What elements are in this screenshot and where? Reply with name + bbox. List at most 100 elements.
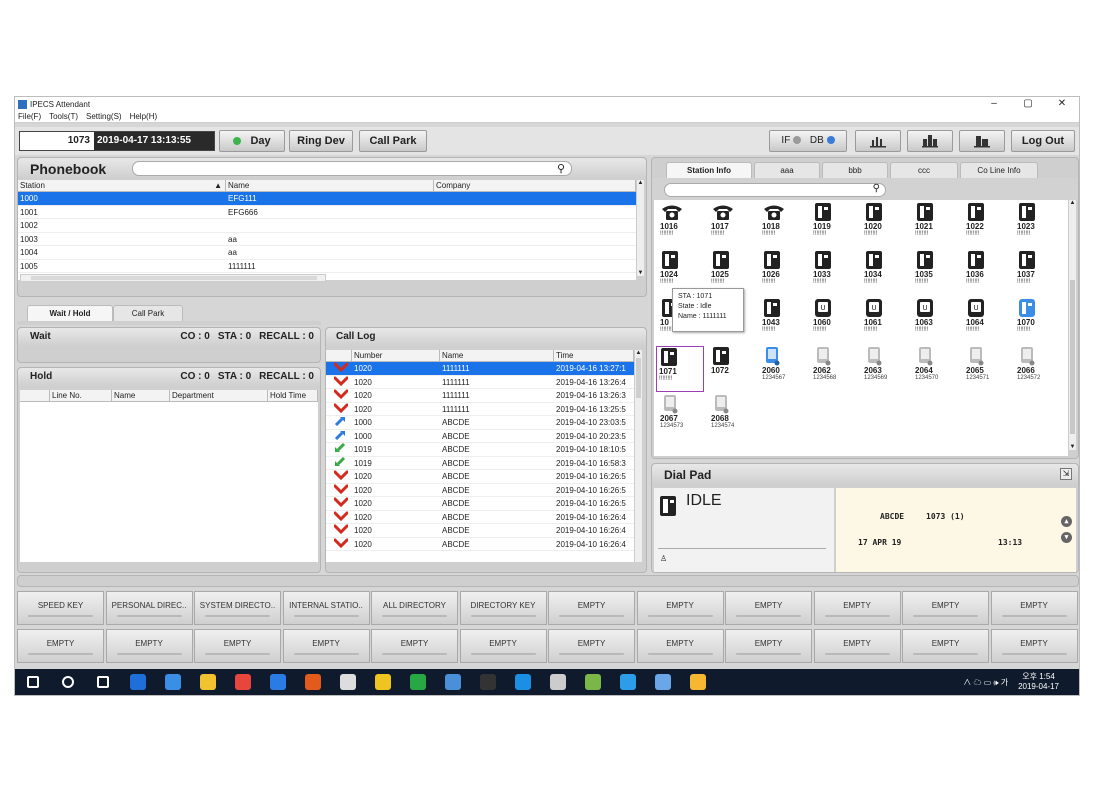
phonebook-hscroll[interactable]: [20, 274, 326, 282]
station-1019[interactable]: 1019!!!!!!!!: [811, 202, 855, 246]
call-log-scrollbar[interactable]: ▲: [634, 350, 642, 562]
station-1061[interactable]: U 1061!!!!!!!!: [862, 298, 906, 342]
tab-wait-hold[interactable]: Wait / Hold: [27, 305, 113, 321]
station-2062[interactable]: 2062 1234568: [811, 346, 855, 390]
function-key-1-8[interactable]: EMPTY: [636, 591, 724, 625]
menu-tools[interactable]: Tools(T): [49, 111, 78, 122]
call-park-button[interactable]: Call Park: [359, 130, 427, 152]
menu-setting[interactable]: Setting(S): [86, 111, 122, 122]
col-hold-name[interactable]: Name: [112, 390, 170, 401]
expand-icon[interactable]: ⇲: [1060, 468, 1072, 480]
station-1023[interactable]: 1023!!!!!!!!: [1015, 202, 1059, 246]
function-key-2-9[interactable]: EMPTY: [725, 629, 812, 663]
station-1034[interactable]: 1034!!!!!!!!: [862, 250, 906, 294]
function-key-1-4[interactable]: INTERNAL STATIO..: [282, 591, 370, 625]
col-line-no[interactable]: Line No.: [50, 390, 112, 401]
function-key-1-12[interactable]: EMPTY: [990, 591, 1078, 625]
function-key-1-5[interactable]: ALL DIRECTORY: [371, 591, 458, 625]
tray-icons[interactable]: ∧ ☁ ▭ 🕪 가: [963, 677, 1008, 688]
function-key-1-7[interactable]: EMPTY: [548, 591, 635, 625]
station-1022[interactable]: 1022!!!!!!!!: [964, 202, 1008, 246]
phonebook-search-input[interactable]: ⚲: [132, 161, 572, 176]
station-1020[interactable]: 1020!!!!!!!!: [862, 202, 906, 246]
function-key-2-11[interactable]: EMPTY: [902, 629, 989, 663]
task-view-icon[interactable]: [96, 676, 109, 688]
lcd-down-button[interactable]: ▼: [1061, 532, 1072, 543]
station-tab-1[interactable]: aaa: [754, 162, 820, 178]
ie-icon[interactable]: [269, 674, 286, 690]
station-1063[interactable]: U 1063!!!!!!!!: [913, 298, 957, 342]
station-1037[interactable]: 1037!!!!!!!!: [1015, 250, 1059, 294]
function-key-1-6[interactable]: DIRECTORY KEY: [459, 591, 547, 625]
station-1036[interactable]: 1036!!!!!!!!: [964, 250, 1008, 294]
station-2060[interactable]: 2060 1234567: [760, 346, 804, 390]
close-button[interactable]: ✕: [1045, 97, 1079, 111]
call-log-row[interactable]: 1020 ABCDE 2019-04-10 16:26:5: [326, 470, 634, 484]
phonebook-row[interactable]: 1003 aa: [18, 232, 636, 246]
organization-button[interactable]: [907, 130, 953, 152]
function-key-2-1[interactable]: EMPTY: [17, 629, 104, 663]
station-1026[interactable]: 1026!!!!!!!!: [760, 250, 804, 294]
menu-file[interactable]: File(F): [18, 111, 41, 122]
col-department[interactable]: Department: [170, 390, 268, 401]
function-key-2-3[interactable]: EMPTY: [194, 629, 281, 663]
app-icon[interactable]: [339, 674, 356, 690]
call-log-row[interactable]: 1020 ABCDE 2019-04-10 16:26:4: [326, 537, 634, 551]
station-search-input[interactable]: ⚲: [664, 183, 886, 197]
station-2065[interactable]: 2065 1234571: [964, 346, 1008, 390]
function-key-2-7[interactable]: EMPTY: [548, 629, 635, 663]
call-log-row[interactable]: 1020 ABCDE 2019-04-10 16:26:4: [326, 524, 634, 538]
function-key-1-11[interactable]: EMPTY: [902, 591, 989, 625]
call-log-row[interactable]: 1020 1111111 2019-04-16 13:25:5: [326, 402, 634, 416]
function-key-2-12[interactable]: EMPTY: [990, 629, 1078, 663]
station-1071[interactable]: 1071!!!!!!!!: [656, 346, 704, 392]
app-icon[interactable]: [409, 674, 426, 690]
function-key-2-2[interactable]: EMPTY: [105, 629, 193, 663]
station-2068[interactable]: 2068 1234574: [709, 394, 753, 438]
col-time[interactable]: Time: [554, 350, 634, 361]
station-1064[interactable]: U 1064!!!!!!!!: [964, 298, 1008, 342]
search-icon[interactable]: [61, 676, 74, 688]
station-1035[interactable]: 1035!!!!!!!!: [913, 250, 957, 294]
function-key-2-6[interactable]: EMPTY: [459, 629, 547, 663]
day-button[interactable]: Day: [219, 130, 285, 152]
station-tab-2[interactable]: bbb: [822, 162, 888, 178]
function-key-1-9[interactable]: EMPTY: [725, 591, 812, 625]
app-icon[interactable]: [374, 674, 391, 690]
station-scrollbar[interactable]: ▲ ▼: [1068, 200, 1076, 450]
station-1016[interactable]: 1016!!!!!!!!: [658, 202, 702, 246]
logout-button[interactable]: Log Out: [1011, 130, 1075, 152]
function-key-1-1[interactable]: SPEED KEY: [17, 591, 104, 625]
station-tab-3[interactable]: ccc: [890, 162, 958, 178]
app-icon[interactable]: [619, 674, 636, 690]
station-1070[interactable]: 1070!!!!!!!!: [1015, 298, 1059, 342]
station-2063[interactable]: 2063 1234569: [862, 346, 906, 390]
station-tab-4[interactable]: Co Line Info: [960, 162, 1038, 178]
function-key-1-10[interactable]: EMPTY: [813, 591, 901, 625]
start-icon[interactable]: [26, 676, 39, 688]
call-log-row[interactable]: 1020 1111111 2019-04-16 13:27:1: [326, 362, 634, 376]
function-key-1-3[interactable]: SYSTEM DIRECTO..: [194, 591, 281, 625]
skype-icon[interactable]: [514, 674, 531, 690]
lcd-up-button[interactable]: ▲: [1061, 516, 1072, 527]
chrome-icon[interactable]: [234, 674, 251, 690]
function-key-1-2[interactable]: PERSONAL DIREC..: [105, 591, 193, 625]
station-tab-0[interactable]: Station Info: [666, 162, 752, 178]
call-log-row[interactable]: 1020 1111111 2019-04-16 13:26:3: [326, 389, 634, 403]
call-log-row[interactable]: 1000 ABCDE 2019-04-10 23:03:5: [326, 416, 634, 430]
function-key-2-8[interactable]: EMPTY: [636, 629, 724, 663]
station-1033[interactable]: 1033!!!!!!!!: [811, 250, 855, 294]
app-icon[interactable]: [689, 674, 706, 690]
function-key-2-10[interactable]: EMPTY: [813, 629, 901, 663]
station-1060[interactable]: U 1060!!!!!!!!: [811, 298, 855, 342]
calculator-icon[interactable]: [549, 674, 566, 690]
call-log-row[interactable]: 1019 ABCDE 2019-04-10 18:10:5: [326, 443, 634, 457]
attendant-taskbar-icon[interactable]: [654, 674, 671, 690]
app-icon[interactable]: [164, 674, 181, 690]
col-log-name[interactable]: Name: [440, 350, 554, 361]
call-log-row[interactable]: 1000 ABCDE 2019-04-10 20:23:5: [326, 429, 634, 443]
menu-help[interactable]: Help(H): [130, 111, 158, 122]
maximize-button[interactable]: ▢: [1011, 97, 1045, 111]
function-key-2-4[interactable]: EMPTY: [282, 629, 370, 663]
col-number[interactable]: Number: [352, 350, 440, 361]
